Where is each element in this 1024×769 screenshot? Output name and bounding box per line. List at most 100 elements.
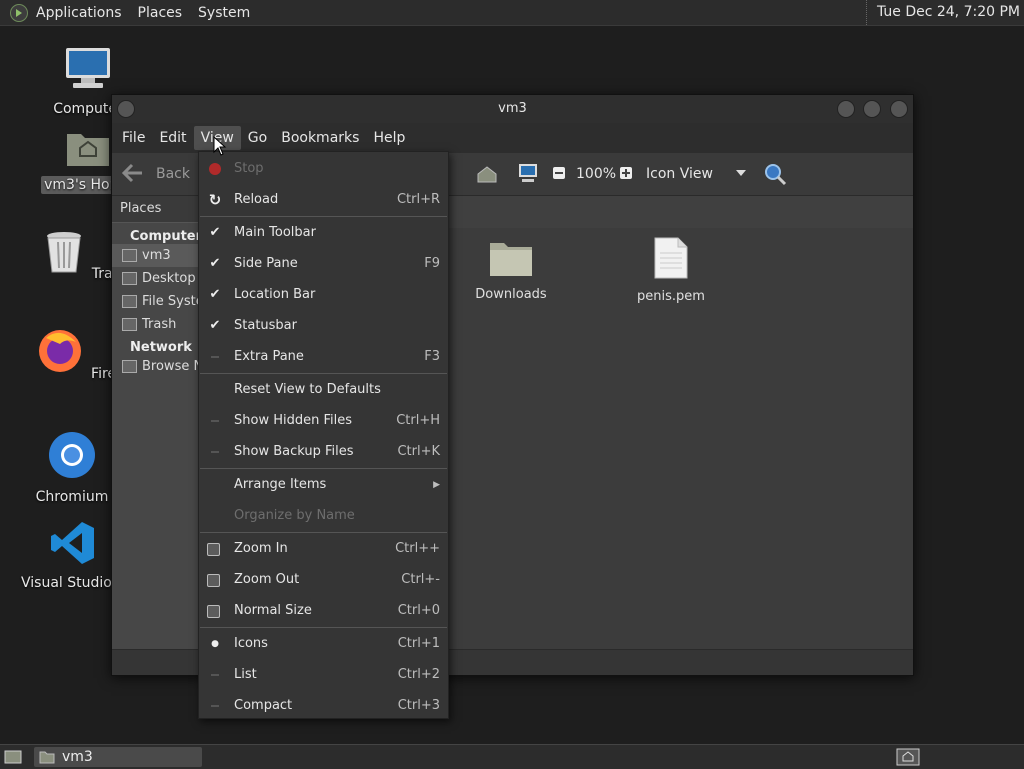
chromium-icon [49,432,95,478]
menu-item-label: Location Bar [234,287,316,302]
menu-accelerator: Ctrl+- [401,572,440,587]
menu-item-normal-size[interactable]: Normal Size Ctrl+0 [199,596,448,626]
menu-accelerator: F9 [424,256,440,271]
minimize-button[interactable] [837,100,855,118]
menu-accelerator: Ctrl+2 [397,667,440,682]
menu-bookmarks[interactable]: Bookmarks [274,126,366,150]
home-folder-icon [39,751,55,764]
menu-accelerator: F3 [424,349,440,364]
window-titlebar[interactable]: vm3 [112,95,913,123]
sidebar-item-trash[interactable]: Trash [112,313,200,336]
applications-logo-icon[interactable] [10,3,28,22]
menu-item-reload[interactable]: ↻ Reload Ctrl+R [199,185,448,215]
home-folder-icon [67,134,109,166]
zoom-out-icon [207,574,220,587]
clock[interactable]: Tue Dec 24, 7:20 PM [865,0,1020,25]
menu-item-side-pane[interactable]: ✔ Side Pane F9 [199,249,448,279]
computer-icon [66,48,110,88]
drive-icon [122,295,137,308]
menu-item-label: Organize by Name [234,508,355,523]
home-icon [122,249,137,262]
zoom-normal-icon [207,605,220,618]
back-arrow-icon[interactable] [122,163,144,183]
checkmark-icon: ✔ [209,318,221,333]
search-icon[interactable] [763,162,787,186]
menu-item-label: Normal Size [234,603,312,618]
menu-item-zoom-in[interactable]: Zoom In Ctrl++ [199,534,448,564]
document-icon [654,237,688,279]
menu-item-extra-pane[interactable]: Extra Pane F3 [199,342,448,372]
menu-accelerator: Ctrl+H [396,413,440,428]
taskbar-item-vm3[interactable]: vm3 [34,747,202,767]
top-panel: Applications Places System Tue Dec 24, 7… [0,0,1024,26]
side-group-computer: Computer [130,229,203,244]
menu-item-list[interactable]: List Ctrl+2 [199,660,448,690]
menu-item-show-backup-files[interactable]: Show Backup Files Ctrl+K [199,437,448,467]
checkmark-icon: ✔ [209,225,221,240]
menu-item-show-hidden-files[interactable]: Show Hidden Files Ctrl+H [199,406,448,436]
zoom-in-icon[interactable] [619,166,633,180]
back-button[interactable]: Back [156,166,190,182]
menu-item-compact[interactable]: Compact Ctrl+3 [199,691,448,721]
view-mode-select[interactable]: Icon View [646,166,713,182]
menu-accelerator: Ctrl+3 [397,698,440,713]
maximize-button[interactable] [863,100,881,118]
unchecked-icon [211,451,219,453]
file-item-downloads[interactable]: Downloads [461,239,561,302]
zoom-out-icon[interactable] [552,166,566,180]
trash-icon [47,232,82,273]
menu-item-label: Extra Pane [234,349,304,364]
menu-item-label: Side Pane [234,256,298,271]
side-pane-header[interactable]: Places [112,196,200,223]
menu-item-label: Reset View to Defaults [234,382,381,397]
firefox-icon [38,330,81,372]
menu-item-zoom-out[interactable]: Zoom Out Ctrl+- [199,565,448,595]
show-desktop-icon[interactable] [4,749,22,765]
menu-help[interactable]: Help [366,126,412,150]
radio-on-icon: ● [211,639,219,649]
applications-menu[interactable]: Applications [28,5,130,21]
radio-off-icon [211,705,219,707]
taskbar-item-label: vm3 [62,749,93,765]
menu-item-location-bar[interactable]: ✔ Location Bar [199,280,448,310]
menu-item-reset-view-to-defaults[interactable]: Reset View to Defaults [199,375,448,405]
menu-edit[interactable]: Edit [152,126,193,150]
sidebar-item-browse-network[interactable]: Browse Network [112,355,200,378]
chevron-down-icon[interactable] [736,170,746,176]
menu-accelerator: Ctrl+0 [397,603,440,618]
window-title: vm3 [498,101,527,116]
checkmark-icon: ✔ [209,256,221,271]
close-button[interactable] [890,100,908,118]
menu-item-arrange-items[interactable]: Arrange Items ▶ [199,470,448,500]
vscode-icon [51,522,94,564]
sidebar-item-vm3[interactable]: vm3 [112,244,200,267]
file-item-pem[interactable]: penis.pem [621,237,721,304]
workspace-switcher-icon[interactable] [896,748,920,766]
places-menu[interactable]: Places [130,5,191,21]
menu-item-main-toolbar[interactable]: ✔ Main Toolbar [199,218,448,248]
home-icon[interactable] [476,164,498,184]
unchecked-icon [211,356,219,358]
menu-separator [200,532,447,533]
menu-go[interactable]: Go [241,126,274,150]
sidebar-item-filesystem[interactable]: File System [112,290,200,313]
menu-item-statusbar[interactable]: ✔ Statusbar [199,311,448,341]
window-menu-button[interactable] [117,100,135,118]
side-pane: Places Computer vm3 Desktop File System … [112,196,203,674]
view-menu-dropdown: Stop ↻ Reload Ctrl+R ✔ Main Toolbar ✔ Side Pane… [198,151,449,719]
sidebar-item-desktop[interactable]: Desktop [112,267,200,290]
stop-icon [208,162,222,176]
menu-item-label: Reload [234,192,279,207]
computer-icon[interactable] [517,162,539,184]
menu-item-label: Zoom In [234,541,288,556]
system-menu[interactable]: System [190,5,258,21]
menu-accelerator: Ctrl+1 [397,636,440,651]
menu-accelerator: Ctrl++ [395,541,440,556]
blank-mark [208,478,222,492]
menu-item-label: Stop [234,161,264,176]
menu-item-label: Zoom Out [234,572,300,587]
reload-icon: ↻ [208,191,222,209]
menu-item-icons[interactable]: ● Icons Ctrl+1 [199,629,448,659]
menu-file[interactable]: File [115,126,152,150]
menubar: File Edit View Go Bookmarks Help [112,123,913,153]
